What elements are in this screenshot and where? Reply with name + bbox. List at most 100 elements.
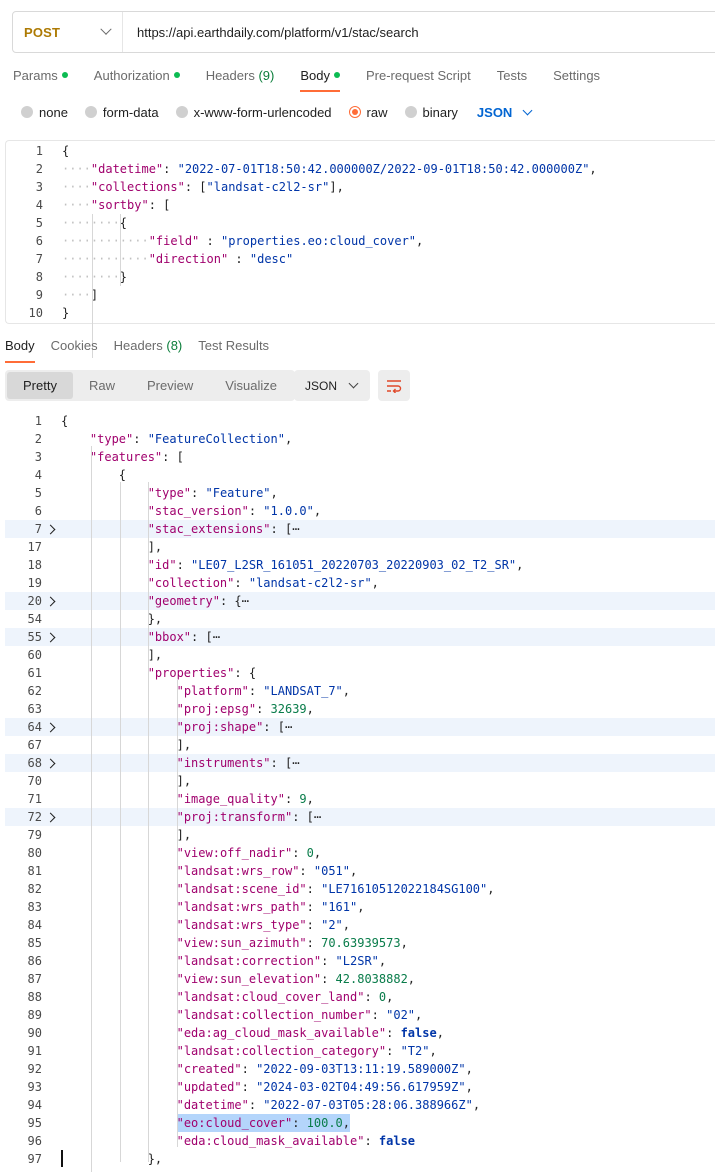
code-line: 83 "landsat:wrs_path": "161", [5, 898, 715, 916]
code-line: 62 "platform": "LANDSAT_7", [5, 682, 715, 700]
url-input[interactable]: https://api.earthdaily.com/platform/v1/s… [123, 25, 419, 40]
code-text: "features": [ [90, 448, 184, 466]
code-line: 3 ····"collections": ["landsat-c2l2-sr"], [6, 178, 715, 196]
line-number: 20 [27, 594, 42, 608]
radio-raw[interactable]: raw [348, 105, 388, 120]
code-text: "eo:cloud_cover": 100.0, [176, 1114, 350, 1132]
code-token: "landsat:cloud_cover_land" [176, 990, 365, 1004]
code-token: ], [329, 180, 344, 194]
tab-authorization[interactable]: Authorization [94, 66, 180, 92]
line-number: 86 [27, 954, 42, 968]
wrap-lines-button[interactable] [378, 370, 410, 401]
chevron-right-icon[interactable] [45, 524, 56, 535]
code-token: "type" [147, 486, 192, 500]
chevron-right-icon[interactable] [45, 596, 56, 607]
radio-form-data[interactable]: form-data [84, 105, 159, 120]
response-tab-cookies[interactable]: Cookies [51, 337, 98, 363]
tab-headers[interactable]: Headers (9) [206, 66, 275, 92]
format-preview-button[interactable]: Preview [131, 372, 209, 399]
line-number: 2 [35, 162, 43, 176]
line-number: 72 [27, 810, 42, 824]
format-pretty-button[interactable]: Pretty [7, 372, 73, 399]
chevron-right-icon[interactable] [45, 812, 56, 823]
code-line: 87 "view:sun_elevation": 42.8038882, [5, 970, 715, 988]
method-selector[interactable]: POST [13, 12, 123, 52]
code-token: , [415, 1008, 423, 1022]
code-text: "image_quality": 9, [177, 790, 314, 808]
radio-x-www-form-urlencoded[interactable]: x-www-form-urlencoded [175, 105, 332, 120]
line-number: 61 [27, 666, 42, 680]
line-number: 67 [27, 738, 42, 752]
code-token: , [416, 234, 424, 248]
response-language-dropdown[interactable]: JSON [294, 370, 370, 401]
code-text: "datetime": "2022-07-03T05:28:06.388966Z… [177, 1096, 480, 1114]
tab-tests[interactable]: Tests [497, 66, 527, 92]
status-dot-icon [173, 72, 180, 78]
code-token: , [270, 486, 278, 500]
code-token: "2" [321, 918, 343, 932]
code-token: : [256, 702, 271, 716]
line-number: 1 [35, 144, 43, 158]
code-token: ···· [62, 162, 91, 176]
code-text: "bbox": [⋯ [148, 628, 220, 646]
tab-pre-request-script[interactable]: Pre-request Script [366, 66, 471, 92]
code-line: 6 ············"field" : "properties.eo:cl… [6, 232, 715, 250]
code-token: : [371, 1008, 387, 1022]
code-text: "view:sun_azimuth": 70.63939573, [177, 934, 408, 952]
code-token: ], [147, 648, 163, 662]
body-format-dropdown[interactable]: JSON [477, 105, 533, 120]
chevron-right-icon[interactable] [45, 722, 56, 733]
line-number: 97 [27, 1152, 42, 1166]
code-token: "bbox" [147, 630, 192, 644]
code-token: 9 [299, 792, 307, 806]
response-body-viewer[interactable]: 1{2 "type": "FeatureCollection", 3 "feature… [5, 411, 715, 1172]
code-token: : [⋯ [270, 756, 300, 770]
request-body-editor[interactable]: 1{2 ····"datetime": "2022-07-01T18:50:42.… [5, 140, 715, 358]
format-visualize-button[interactable]: Visualize [209, 372, 293, 399]
format-raw-button[interactable]: Raw [73, 372, 131, 399]
body-type-selector: none form-data x-www-form-urlencoded raw bin… [21, 103, 533, 121]
line-number: 2 [34, 432, 42, 446]
code-token: "eda:ag_cloud_mask_available" [176, 1026, 387, 1040]
chevron-right-icon[interactable] [45, 632, 56, 643]
code-token: : [248, 504, 264, 518]
code-token: "collections" [90, 180, 185, 194]
code-text: "eda:cloud_mask_available": false [177, 1132, 415, 1150]
radio-none[interactable]: none [21, 105, 68, 120]
response-tab-test-results[interactable]: Test Results [198, 337, 269, 363]
code-text: ], [177, 736, 191, 754]
code-token: "view:sun_elevation" [176, 972, 322, 986]
response-tab-headers[interactable]: Headers (8) [114, 337, 183, 363]
code-token: , [386, 990, 394, 1004]
code-token: : [321, 972, 336, 986]
code-token: 32639 [270, 702, 307, 716]
code-line: 60], [5, 646, 715, 664]
code-line: 63 "proj:epsg": 32639, [5, 700, 715, 718]
tab-params[interactable]: Params [13, 66, 68, 92]
code-text: "proj:epsg": 32639, [177, 700, 314, 718]
code-token: : [⋯ [263, 720, 293, 734]
response-tab-body[interactable]: Body [5, 337, 35, 363]
tab-label: Pre-request Script [365, 68, 471, 83]
code-token: : { [234, 666, 257, 680]
code-line: 4 ····"sortby": [ [6, 196, 715, 214]
code-token: : [228, 252, 250, 266]
code-token: , [465, 1062, 473, 1076]
code-line: 2 "type": "FeatureCollection", [5, 430, 715, 448]
line-number: 88 [27, 990, 42, 1004]
chevron-right-icon[interactable] [45, 758, 56, 769]
response-format-toggle: Pretty Raw Preview Visualize [5, 370, 296, 401]
code-text: "landsat:collection_number": "02", [177, 1006, 423, 1024]
code-token: , [306, 792, 314, 806]
line-number: 94 [27, 1098, 42, 1112]
code-token: : [292, 846, 307, 860]
radio-binary[interactable]: binary [404, 105, 458, 120]
code-line: 1{ [5, 412, 715, 430]
code-token: , [313, 846, 322, 860]
tab-settings[interactable]: Settings [553, 66, 600, 92]
line-number: 81 [27, 864, 42, 878]
tab-body[interactable]: Body [300, 66, 340, 92]
code-line: 6 "stac_version": "1.0.0", [5, 502, 715, 520]
code-token: : [321, 954, 336, 968]
code-line: 81 "landsat:wrs_row": "051", [5, 862, 715, 880]
